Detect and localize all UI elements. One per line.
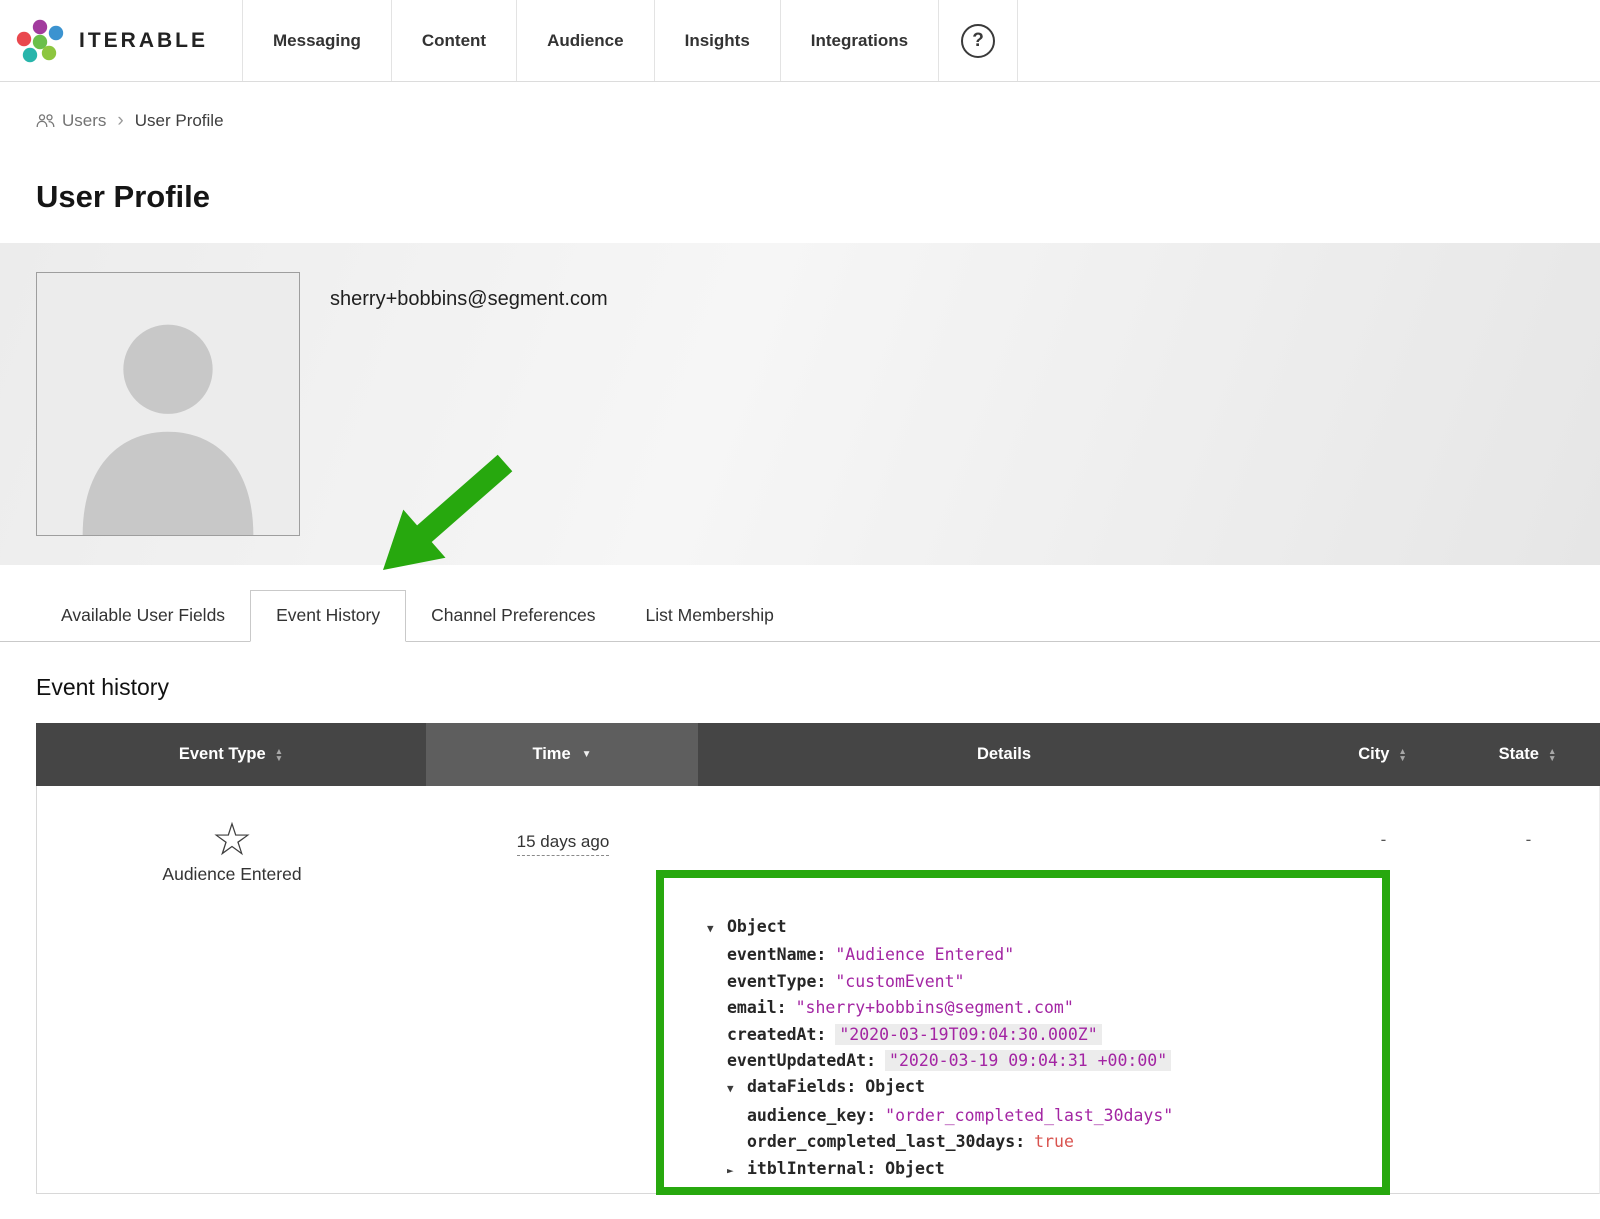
json-value: "sherry+bobbins@segment.com" bbox=[796, 998, 1074, 1017]
json-key: email: bbox=[727, 998, 787, 1017]
table-row: ☆ Audience Entered 15 days ago ▼Object e… bbox=[36, 786, 1600, 1194]
json-line: eventUpdatedAt: "2020-03-19 09:04:31 +00:… bbox=[707, 1048, 1311, 1074]
nav-item-label: Messaging bbox=[273, 31, 361, 51]
profile-banner: sherry+bobbins@segment.com bbox=[0, 243, 1600, 565]
nav-item-integrations[interactable]: Integrations bbox=[780, 0, 938, 81]
event-details-json: ▼Object eventName:"Audience Entered" eve… bbox=[707, 914, 1311, 1184]
expand-arrow-icon[interactable]: ▼ bbox=[727, 1076, 747, 1102]
page-title: User Profile bbox=[36, 177, 1564, 217]
column-label: Time bbox=[532, 745, 570, 764]
json-value: "customEvent" bbox=[835, 972, 964, 991]
json-value: "order_completed_last_30days" bbox=[885, 1106, 1173, 1125]
column-header-details[interactable]: Details bbox=[698, 723, 1310, 786]
column-label: Event Type bbox=[179, 745, 266, 764]
breadcrumb: Users › User Profile bbox=[0, 82, 1600, 132]
json-value: "2020-03-19 09:04:31 +00:00" bbox=[885, 1050, 1171, 1071]
column-header-event-type[interactable]: Event Type ▲▼ bbox=[36, 723, 426, 786]
time-value[interactable]: 15 days ago bbox=[517, 832, 610, 856]
json-key: itblInternal: bbox=[747, 1159, 876, 1178]
tab-bar: Available User Fields Event History Chan… bbox=[0, 589, 1600, 642]
json-key: audience_key: bbox=[747, 1106, 876, 1125]
tab-label: Event History bbox=[276, 605, 380, 625]
column-label: State bbox=[1499, 745, 1539, 764]
column-header-city[interactable]: City ▲▼ bbox=[1310, 723, 1455, 786]
state-cell: - bbox=[1456, 786, 1600, 1193]
json-line: ►itblInternal: Object bbox=[707, 1156, 1311, 1184]
tab-label: List Membership bbox=[646, 605, 774, 625]
event-type-cell: ☆ Audience Entered bbox=[37, 786, 427, 1193]
json-key: Object bbox=[727, 917, 787, 936]
json-value: Object bbox=[885, 1159, 945, 1178]
json-line: eventType: "customEvent" bbox=[707, 969, 1311, 995]
column-header-time[interactable]: Time ▼ bbox=[426, 723, 698, 786]
person-silhouette-icon bbox=[37, 273, 299, 535]
json-line: audience_key: "order_completed_last_30day… bbox=[707, 1103, 1311, 1129]
help-button[interactable]: ? bbox=[938, 0, 1018, 81]
nav-item-content[interactable]: Content bbox=[391, 0, 516, 81]
star-icon: ☆ bbox=[211, 816, 252, 862]
breadcrumb-users[interactable]: Users bbox=[36, 111, 106, 131]
page: ITERABLE Messaging Content Audience Insi… bbox=[0, 0, 1600, 1219]
chevron-right-icon: › bbox=[117, 110, 123, 132]
column-header-state[interactable]: State ▲▼ bbox=[1455, 723, 1600, 786]
time-cell: 15 days ago bbox=[427, 786, 699, 1193]
table-header: Event Type ▲▼ Time ▼ Details City ▲▼ Sta… bbox=[36, 723, 1600, 786]
nav-item-label: Audience bbox=[547, 31, 624, 51]
event-type-label: Audience Entered bbox=[162, 864, 301, 885]
sort-icon: ▲▼ bbox=[275, 748, 283, 762]
json-line: email: "sherry+bobbins@segment.com" bbox=[707, 995, 1311, 1021]
breadcrumb-users-label: Users bbox=[62, 111, 106, 131]
json-value: "Audience Entered" bbox=[835, 945, 1014, 964]
sort-desc-icon: ▼ bbox=[582, 749, 592, 760]
json-line: ▼dataFields: Object bbox=[707, 1074, 1311, 1102]
tab-available-user-fields[interactable]: Available User Fields bbox=[36, 591, 250, 641]
tab-label: Channel Preferences bbox=[431, 605, 595, 625]
expand-arrow-icon[interactable]: ▼ bbox=[707, 916, 727, 942]
details-cell: ▼Object eventName:"Audience Entered" eve… bbox=[699, 786, 1311, 1193]
column-label: Details bbox=[977, 745, 1031, 764]
event-history-table: Event Type ▲▼ Time ▼ Details City ▲▼ Sta… bbox=[36, 723, 1600, 1194]
json-value: "2020-03-19T09:04:30.000Z" bbox=[835, 1024, 1101, 1045]
json-key: eventName: bbox=[727, 945, 826, 964]
json-value: Object bbox=[865, 1077, 925, 1096]
sort-icon: ▲▼ bbox=[1548, 748, 1556, 762]
json-key: dataFields: bbox=[747, 1077, 856, 1096]
tab-event-history[interactable]: Event History bbox=[250, 590, 406, 642]
nav-item-label: Insights bbox=[685, 31, 750, 51]
brand-name: ITERABLE bbox=[79, 29, 208, 53]
avatar bbox=[36, 272, 300, 536]
json-line: createdAt: "2020-03-19T09:04:30.000Z" bbox=[707, 1022, 1311, 1048]
json-value: true bbox=[1034, 1132, 1074, 1151]
top-navigation: ITERABLE Messaging Content Audience Insi… bbox=[0, 0, 1600, 82]
json-line: order_completed_last_30days: true bbox=[707, 1129, 1311, 1155]
section-heading: Event history bbox=[36, 674, 1564, 701]
nav-item-label: Integrations bbox=[811, 31, 908, 51]
sort-icon: ▲▼ bbox=[1398, 748, 1406, 762]
tab-list-membership[interactable]: List Membership bbox=[621, 591, 799, 641]
users-icon bbox=[36, 114, 55, 128]
city-cell: - bbox=[1311, 786, 1456, 1193]
json-key: createdAt: bbox=[727, 1025, 826, 1044]
nav-item-messaging[interactable]: Messaging bbox=[242, 0, 391, 81]
nav-item-audience[interactable]: Audience bbox=[516, 0, 654, 81]
json-key: order_completed_last_30days: bbox=[747, 1132, 1025, 1151]
json-line: eventName: "Audience Entered" bbox=[707, 942, 1311, 968]
json-key: eventType: bbox=[727, 972, 826, 991]
collapsed-arrow-icon[interactable]: ► bbox=[727, 1158, 747, 1184]
profile-email: sherry+bobbins@segment.com bbox=[330, 288, 608, 565]
json-key: eventUpdatedAt: bbox=[727, 1051, 876, 1070]
nav-item-insights[interactable]: Insights bbox=[654, 0, 780, 81]
json-line: ▼Object bbox=[707, 914, 1311, 942]
tab-label: Available User Fields bbox=[61, 605, 225, 625]
tab-channel-preferences[interactable]: Channel Preferences bbox=[406, 591, 620, 641]
breadcrumb-current: User Profile bbox=[135, 111, 224, 131]
column-label: City bbox=[1358, 745, 1389, 764]
help-icon: ? bbox=[961, 24, 995, 58]
nav-item-label: Content bbox=[422, 31, 486, 51]
iterable-logo-icon bbox=[16, 18, 64, 64]
brand[interactable]: ITERABLE bbox=[0, 0, 242, 81]
